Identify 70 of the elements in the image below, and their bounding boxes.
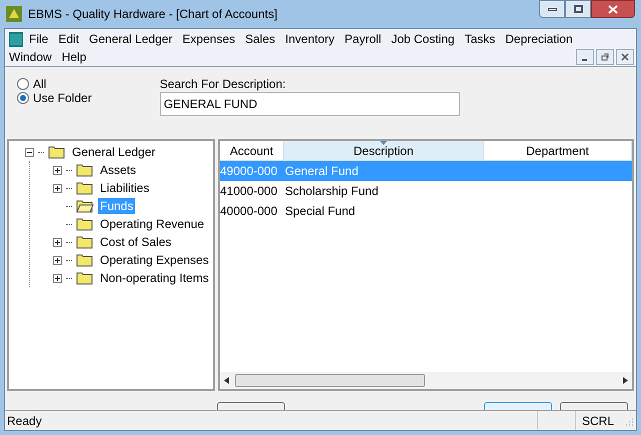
table-row[interactable]: 41000-000 Scholarship Fund: [220, 181, 632, 201]
mdi-restore-button[interactable]: [596, 49, 614, 65]
tree-item[interactable]: Non-operating Items: [98, 270, 211, 286]
close-icon: [608, 4, 618, 14]
menu-item[interactable]: General Ledger: [89, 30, 172, 48]
radio-button[interactable]: [17, 78, 29, 90]
collapse-icon[interactable]: [25, 148, 34, 156]
table-cell-text: General Fund: [284, 163, 360, 180]
table-cell-text: 49000-000: [220, 163, 278, 180]
folder-icon: [76, 235, 94, 249]
radio-label: Use Folder: [33, 90, 92, 107]
menu-item[interactable]: File: [29, 30, 48, 48]
minimize-button[interactable]: [539, 0, 565, 18]
tree-item[interactable]: Liabilities: [98, 180, 152, 196]
window-title: EBMS - Quality Hardware - [Chart of Accounts]: [28, 6, 278, 23]
radio-button[interactable]: [17, 92, 29, 104]
button[interactable]: [484, 402, 552, 410]
tree-item[interactable]: Operating Revenue: [98, 216, 206, 232]
button[interactable]: [217, 402, 285, 410]
mdi-close-button[interactable]: [616, 49, 634, 65]
table-cell-text: 41000-000: [220, 183, 278, 200]
tree-item[interactable]: Assets: [98, 162, 138, 178]
folder-icon: [48, 145, 66, 159]
menu-item[interactable]: Window: [9, 48, 52, 66]
scroll-left-icon[interactable]: [224, 377, 229, 384]
mdi-minimize-button[interactable]: [576, 49, 594, 65]
table-cell-text: Scholarship Fund: [284, 183, 380, 200]
menu-item[interactable]: Depreciation: [505, 30, 573, 48]
menu-item[interactable]: Inventory: [285, 30, 335, 48]
menu-item[interactable]: Expenses: [182, 30, 236, 48]
folder-icon: [76, 181, 94, 195]
folder-icon: [76, 217, 94, 231]
close-icon: [621, 53, 629, 61]
tree-item[interactable]: General Ledger: [70, 144, 158, 160]
menu-item[interactable]: Job Costing: [391, 30, 455, 48]
sort-arrow-icon: [380, 141, 387, 145]
expand-icon[interactable]: [53, 238, 62, 246]
menu-item[interactable]: Sales: [245, 30, 276, 48]
maximize-button[interactable]: [565, 0, 591, 18]
menu-item[interactable]: Tasks: [464, 30, 496, 48]
search-label: Search For Description:: [160, 77, 287, 91]
table-row[interactable]: 40000-000 Special Fund: [220, 201, 632, 221]
restore-icon: [601, 53, 609, 61]
button[interactable]: [560, 402, 628, 410]
close-button[interactable]: [591, 0, 635, 18]
search-field[interactable]: GENERAL FUND: [160, 92, 460, 116]
expand-icon[interactable]: [53, 274, 62, 282]
menu-item[interactable]: Edit: [58, 30, 80, 48]
table-cell-text: 40000-000: [220, 203, 278, 220]
status-message: Ready: [6, 412, 43, 430]
scrollbar-thumb[interactable]: [235, 374, 425, 387]
menu-item[interactable]: Help: [62, 48, 86, 66]
document-icon: [9, 32, 23, 46]
horizontal-scrollbar[interactable]: [220, 372, 632, 389]
open-folder-icon: [76, 199, 94, 213]
status-indicator: SCRL: [574, 411, 620, 430]
tree-item[interactable]: Cost of Sales: [98, 234, 174, 250]
column-header[interactable]: Description: [284, 141, 484, 160]
app-logo-icon: [6, 6, 22, 22]
menu-item[interactable]: Payroll: [344, 30, 382, 48]
folder-icon: [76, 163, 94, 177]
expand-icon[interactable]: [53, 166, 62, 174]
table-cell-text: Special Fund: [284, 203, 356, 220]
expand-icon[interactable]: [53, 256, 62, 264]
folder-icon: [76, 271, 94, 285]
tree-item[interactable]: Operating Expenses: [98, 252, 211, 268]
expand-icon[interactable]: [53, 184, 62, 192]
folder-icon: [76, 253, 94, 267]
scroll-right-icon[interactable]: [623, 377, 628, 384]
radio-label: All: [33, 76, 46, 93]
